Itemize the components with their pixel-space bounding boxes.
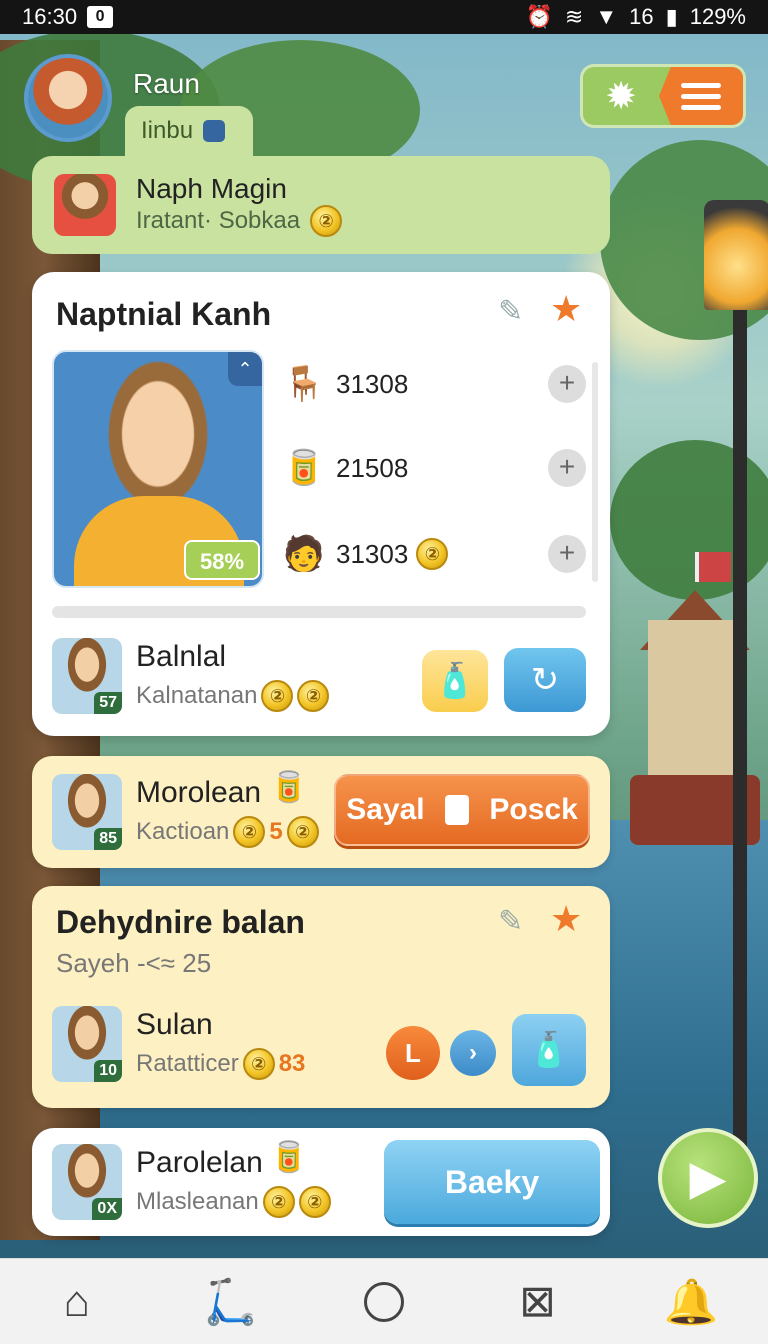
- row-subtitle: Ratatticer: [136, 1050, 239, 1077]
- notification-icon: 0: [87, 6, 114, 28]
- baeky-button[interactable]: Baeky: [384, 1140, 600, 1224]
- level-badge: 57: [94, 692, 122, 714]
- coin-icon: ②: [416, 538, 449, 570]
- coin-icon: ②: [233, 816, 266, 848]
- character-avatar: [54, 174, 116, 236]
- status-time: 16:30: [22, 4, 78, 29]
- level-badge: 0X: [92, 1198, 122, 1220]
- resource-row: 🥫 21508 +: [282, 438, 586, 498]
- row-name: Balnlal: [136, 640, 227, 673]
- house: [648, 620, 738, 790]
- tag-icon[interactable]: ✎: [498, 294, 523, 329]
- unlock-button[interactable]: Sayal Posck: [334, 774, 590, 846]
- card-title: Naptnial Kanh: [56, 296, 272, 332]
- main-card: Naptnial Kanh ✎ ★ ⌃ 58% 🪑 31308 + 🥫 2150…: [32, 272, 610, 736]
- level-badge: 85: [94, 828, 122, 850]
- gear-icon[interactable]: ✹: [583, 67, 659, 125]
- resource-value: 31303: [336, 538, 409, 569]
- lamp-post: [733, 300, 747, 1200]
- play-button[interactable]: ▶: [658, 1128, 758, 1228]
- row-subtitle: Kactioan: [136, 818, 230, 845]
- battery-icon: ▮: [665, 4, 678, 29]
- street-lamp: [704, 200, 768, 310]
- bell-icon[interactable]: 🔔: [659, 1270, 723, 1334]
- menu-icon[interactable]: [659, 67, 743, 125]
- stool-icon: 🪑: [282, 365, 326, 403]
- canister-icon: 🥫: [270, 1141, 308, 1174]
- tag-icon[interactable]: ✎: [498, 904, 523, 939]
- character-avatar: 0X: [52, 1144, 122, 1220]
- star-icon[interactable]: ★: [550, 288, 582, 330]
- resource-row: 🧑 31303 ② +: [282, 524, 586, 584]
- character-avatar: 85: [52, 774, 122, 850]
- coin-icon: ②: [297, 680, 330, 712]
- circle-icon[interactable]: [352, 1270, 416, 1334]
- network-label: 16: [629, 4, 654, 29]
- coin-count: 5: [269, 818, 283, 845]
- coin-icon: ②: [242, 1048, 275, 1080]
- profile-title: Naph Magin: [136, 173, 287, 204]
- tab-inbox[interactable]: Iinbu: [125, 106, 253, 156]
- progress-badge: 58%: [184, 540, 260, 580]
- canister-icon: 🥫: [282, 449, 326, 487]
- progress-bar: [52, 606, 586, 618]
- row-name: Sulan: [136, 1008, 213, 1041]
- alarm-icon: ⏰: [525, 4, 553, 29]
- profile-card[interactable]: Naph Magin Iratant· Sobkaa ②: [32, 156, 610, 254]
- signal-icon: ▼: [595, 4, 618, 29]
- wifi-icon: ≋: [564, 4, 584, 29]
- row-subtitle: Mlasleanan: [136, 1188, 259, 1215]
- profile-subtitle: Iratant· Sobkaa: [136, 207, 301, 234]
- add-button[interactable]: +: [548, 535, 586, 573]
- section-title: Dehydnire balan: [56, 904, 305, 940]
- next-button[interactable]: ›: [450, 1030, 496, 1076]
- status-bar: 16:30 0 ⏰ ≋ ▼ 16 ▮ 129%: [0, 0, 768, 34]
- add-button[interactable]: +: [548, 365, 586, 403]
- list-item[interactable]: 10 Sulan Ratatticer ② 83: [52, 1006, 305, 1082]
- scrollbar[interactable]: [592, 362, 598, 582]
- coin-icon: ②: [310, 205, 343, 237]
- row-subtitle: Kalnatanan: [136, 682, 258, 709]
- list-item[interactable]: 57 Balnlal Kalnatanan ② ②: [52, 638, 330, 714]
- character-avatar: 57: [52, 638, 122, 714]
- padlock-icon: [444, 795, 469, 825]
- resource-value: 31308: [336, 368, 409, 399]
- user-name: Raun: [133, 68, 200, 99]
- coin-count: 83: [278, 1050, 306, 1077]
- top-controls: ✹: [580, 64, 746, 128]
- bottle-button[interactable]: 🧴: [422, 650, 488, 712]
- level-badge: 10: [94, 1060, 122, 1082]
- character-avatar: 10: [52, 1006, 122, 1082]
- character-icon: 🧑: [282, 535, 326, 573]
- level-button[interactable]: L: [386, 1026, 440, 1080]
- tab-label: Iinbu: [141, 117, 194, 144]
- battery-percent: 129%: [689, 4, 746, 29]
- coin-icon: ②: [286, 816, 319, 848]
- resource-row: 🪑 31308 +: [282, 354, 586, 414]
- coin-icon: ②: [261, 680, 294, 712]
- resource-value: 21508: [336, 452, 409, 483]
- star-icon[interactable]: ★: [550, 898, 582, 940]
- home-icon[interactable]: ⌂: [45, 1270, 109, 1334]
- coin-icon: ②: [298, 1186, 331, 1218]
- character-portrait[interactable]: ⌃ 58%: [52, 350, 264, 588]
- scooter-icon[interactable]: 🛴: [198, 1270, 262, 1334]
- board-icon[interactable]: ⊠: [506, 1270, 570, 1334]
- canister-icon: 🥫: [270, 771, 308, 804]
- coin-icon: ②: [262, 1186, 295, 1218]
- section-subtitle: Sayeh -<≈ 25: [56, 948, 212, 978]
- unlock-button-label-left: Sayal: [346, 793, 425, 826]
- flag: [695, 552, 731, 582]
- add-button[interactable]: +: [548, 449, 586, 487]
- chat-button[interactable]: ↻: [504, 648, 586, 712]
- dehydnire-card: Dehydnire balan Sayeh -<≈ 25 ✎ ★ 10 Sula…: [32, 886, 610, 1108]
- user-avatar[interactable]: [24, 54, 112, 142]
- unlock-button-label-right: Posck: [489, 793, 578, 826]
- corner-arrow-icon[interactable]: ⌃: [228, 352, 262, 386]
- bottle-button[interactable]: 🧴: [512, 1014, 586, 1086]
- bottom-nav: ⌂ 🛴 ⊠ 🔔: [0, 1258, 768, 1344]
- user-icon: [203, 120, 226, 142]
